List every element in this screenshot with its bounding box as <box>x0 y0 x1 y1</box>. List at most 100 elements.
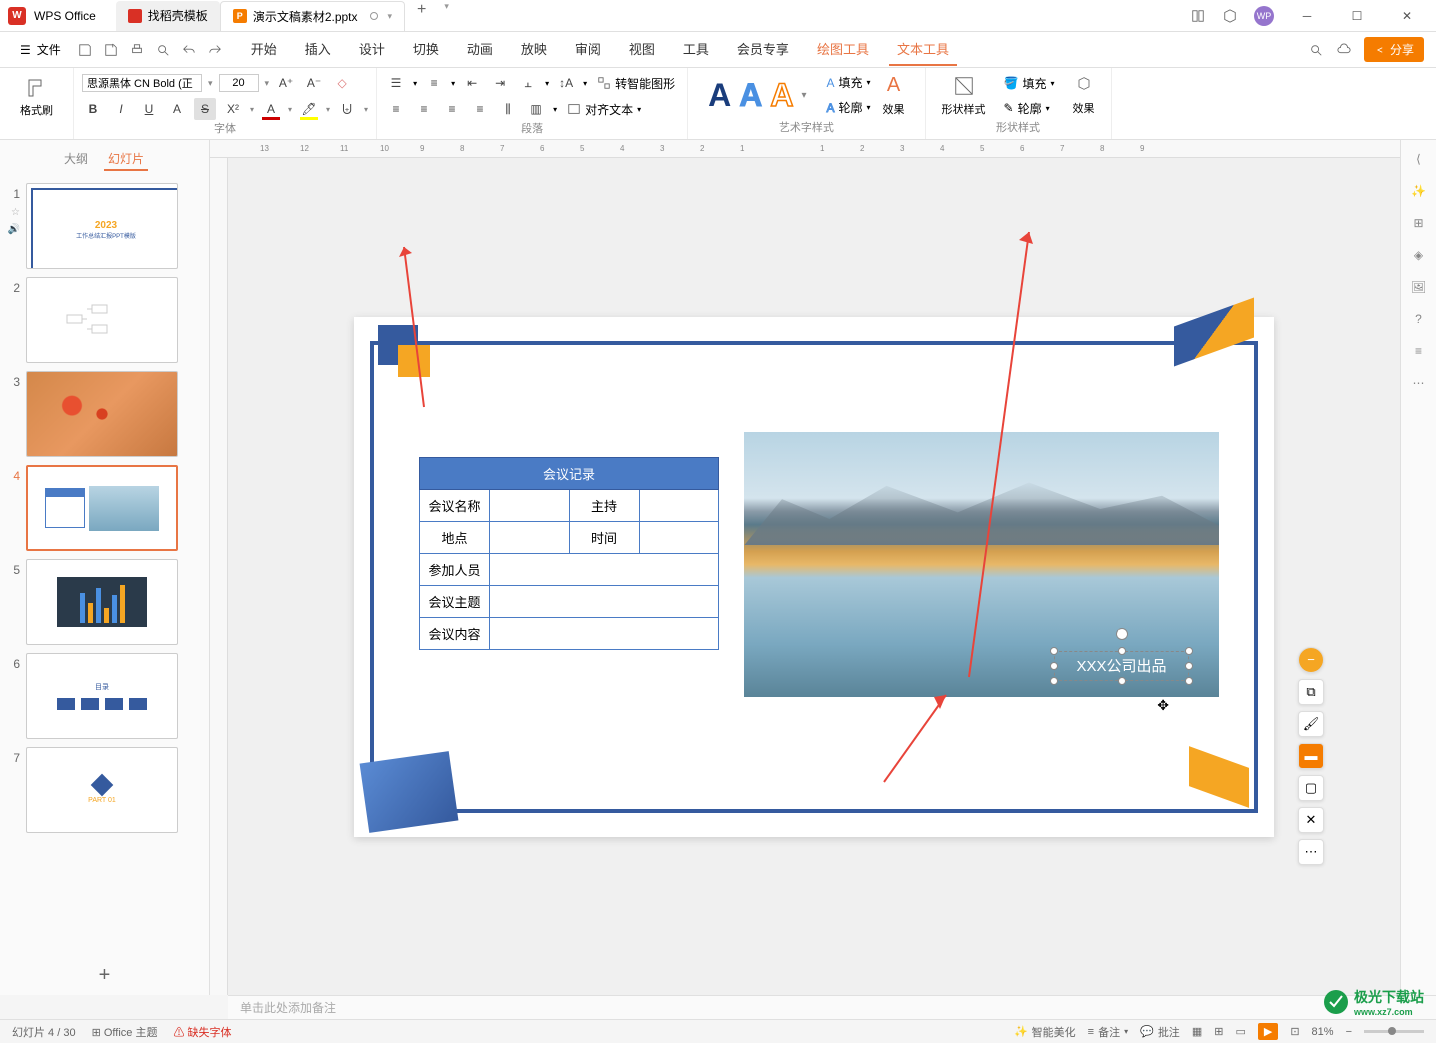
zoom-fit-icon[interactable]: ⊡ <box>1290 1025 1299 1038</box>
tab-add[interactable]: + <box>405 1 438 31</box>
sidebar-collapse-icon[interactable]: ⟨ <box>1416 152 1421 166</box>
font-size-select[interactable] <box>219 74 259 92</box>
search-icon[interactable] <box>1308 42 1324 58</box>
cloud-icon[interactable] <box>1336 42 1352 58</box>
clear-format-icon[interactable]: ◇ <box>331 72 353 94</box>
tab-transition[interactable]: 切换 <box>405 33 447 66</box>
print-icon[interactable] <box>129 42 145 58</box>
comments-toggle[interactable]: 💬批注 <box>1140 1024 1180 1040</box>
thumbnail-5[interactable] <box>26 559 178 645</box>
italic-button[interactable]: I <box>110 98 132 120</box>
sidebar-help-icon[interactable]: ? <box>1415 312 1422 326</box>
shape-outline-button[interactable]: ✎轮廓▾ <box>1000 98 1059 119</box>
preview-icon[interactable] <box>155 42 171 58</box>
theme-indicator[interactable]: ⊞ Office 主题 <box>92 1024 158 1040</box>
close-button[interactable]: ✕ <box>1390 2 1424 30</box>
align-right-button[interactable]: ≡ <box>441 98 463 120</box>
thumbnail-3[interactable] <box>26 371 178 457</box>
font-family-select[interactable] <box>82 74 202 92</box>
numbering-button[interactable]: ≡ <box>423 72 445 94</box>
tab-view[interactable]: 视图 <box>621 33 663 66</box>
thumbnail-4[interactable] <box>26 465 178 551</box>
tab-tools[interactable]: 工具 <box>675 33 717 66</box>
save-icon[interactable] <box>77 42 93 58</box>
bullets-button[interactable]: ☰ <box>385 72 407 94</box>
font-a-button[interactable]: A <box>166 98 188 120</box>
cube-icon[interactable] <box>1222 8 1238 24</box>
tab-review[interactable]: 审阅 <box>567 33 609 66</box>
columns-button[interactable]: ▥ <box>525 98 547 120</box>
strikethrough-button[interactable]: S <box>194 98 216 120</box>
distribute-button[interactable]: ⫼ <box>497 98 519 120</box>
char-spacing-button[interactable]: ⨄ <box>336 98 358 120</box>
indent-right-button[interactable]: ⇥ <box>489 72 511 94</box>
view-reading-icon[interactable]: ▭ <box>1235 1025 1245 1038</box>
tab-drawing-tools[interactable]: 绘图工具 <box>809 33 877 66</box>
share-button[interactable]: 分享 <box>1364 37 1424 62</box>
text-fill-button[interactable]: A填充▾ <box>823 72 875 93</box>
decrease-font-icon[interactable]: A⁻ <box>303 72 325 94</box>
sidebar-template-icon[interactable]: ⊞ <box>1413 216 1423 230</box>
file-menu[interactable]: ☰文件 <box>12 37 69 62</box>
float-brush-button[interactable]: 🖌 <box>1298 711 1324 737</box>
handle-t[interactable] <box>1118 647 1126 655</box>
notes-toggle[interactable]: ≡备注▾ <box>1088 1024 1128 1040</box>
text-direction-button[interactable]: ↕A <box>555 72 577 94</box>
sidebar-more-icon[interactable]: ⋯ <box>1413 376 1425 390</box>
tab-template[interactable]: 找稻壳模板 <box>116 1 220 31</box>
shape-style-button[interactable]: 形状样式 <box>934 75 994 117</box>
align-text-button[interactable]: 对齐文本▾ <box>563 99 645 120</box>
avatar[interactable]: WP <box>1254 6 1274 26</box>
handle-r[interactable] <box>1185 662 1193 670</box>
tab-design[interactable]: 设计 <box>351 33 393 66</box>
notes-bar[interactable]: 单击此处添加备注 <box>228 995 1436 1019</box>
text-outline-button[interactable]: A轮廓▾ <box>823 97 875 118</box>
selected-textbox[interactable]: XXX公司出品 <box>1054 651 1189 681</box>
tab-slideshow[interactable]: 放映 <box>513 33 555 66</box>
superscript-button[interactable]: X² <box>222 98 244 120</box>
tab-document-active[interactable]: P 演示文稿素材2.pptx ▾ <box>220 1 405 31</box>
view-sorter-icon[interactable]: ⊞ <box>1214 1025 1223 1038</box>
bold-button[interactable]: B <box>82 98 104 120</box>
align-center-button[interactable]: ≡ <box>413 98 435 120</box>
thumbnail-2[interactable] <box>26 277 178 363</box>
wordart-style-1[interactable]: A <box>708 77 731 114</box>
minimize-button[interactable]: ─ <box>1290 2 1324 30</box>
text-effect-button[interactable]: A 效果 <box>883 74 905 117</box>
handle-br[interactable] <box>1185 677 1193 685</box>
shape-effect-button[interactable]: 效果 <box>1065 76 1103 116</box>
underline-button[interactable]: U <box>138 98 160 120</box>
zoom-out-button[interactable]: − <box>1346 1026 1352 1038</box>
float-highlight-button[interactable]: ▬ <box>1298 743 1324 769</box>
shape-fill-button[interactable]: 🪣填充▾ <box>1000 73 1059 94</box>
save-as-icon[interactable] <box>103 42 119 58</box>
tab-start[interactable]: 开始 <box>243 33 285 66</box>
zoom-slider[interactable] <box>1364 1030 1424 1033</box>
sidebar-format-icon[interactable]: ◈ <box>1414 248 1423 262</box>
float-crop-button[interactable]: ▢ <box>1298 775 1324 801</box>
float-layers-button[interactable]: ⧉ <box>1298 679 1324 705</box>
wordart-style-2[interactable]: A <box>739 77 762 114</box>
missing-font-warning[interactable]: ⚠ 缺失字体 <box>173 1024 231 1040</box>
indent-left-button[interactable]: ⇤ <box>461 72 483 94</box>
format-brush[interactable]: 格式刷 <box>8 72 65 122</box>
sidebar-magic-icon[interactable]: ✨ <box>1411 184 1426 198</box>
outline-tab[interactable]: 大纲 <box>60 148 92 171</box>
zoom-level[interactable]: 81% <box>1312 1026 1334 1038</box>
smart-beautify-button[interactable]: ✨智能美化 <box>1014 1024 1076 1040</box>
tab-more-icon[interactable]: ▾ <box>438 1 455 31</box>
thumbnail-6[interactable]: 目录 <box>26 653 178 739</box>
wordart-style-3[interactable]: A <box>770 77 793 114</box>
tab-member[interactable]: 会员专享 <box>729 33 797 66</box>
line-spacing-button[interactable]: ⫠ <box>517 72 539 94</box>
highlight-button[interactable]: 🖊 <box>298 98 320 120</box>
increase-font-icon[interactable]: A⁺ <box>275 72 297 94</box>
thumbnail-7[interactable]: PART 01 <box>26 747 178 833</box>
reader-icon[interactable] <box>1190 8 1206 24</box>
align-justify-button[interactable]: ≡ <box>469 98 491 120</box>
slide-canvas[interactable]: 会议记录 会议名称主持 地点时间 参加人员 会议主题 会议内容 XXX公司出品 <box>354 317 1274 837</box>
handle-bl[interactable] <box>1050 677 1058 685</box>
slides-tab[interactable]: 幻灯片 <box>104 148 148 171</box>
handle-tr[interactable] <box>1185 647 1193 655</box>
sidebar-layers-icon[interactable]: ≡ <box>1415 344 1422 358</box>
